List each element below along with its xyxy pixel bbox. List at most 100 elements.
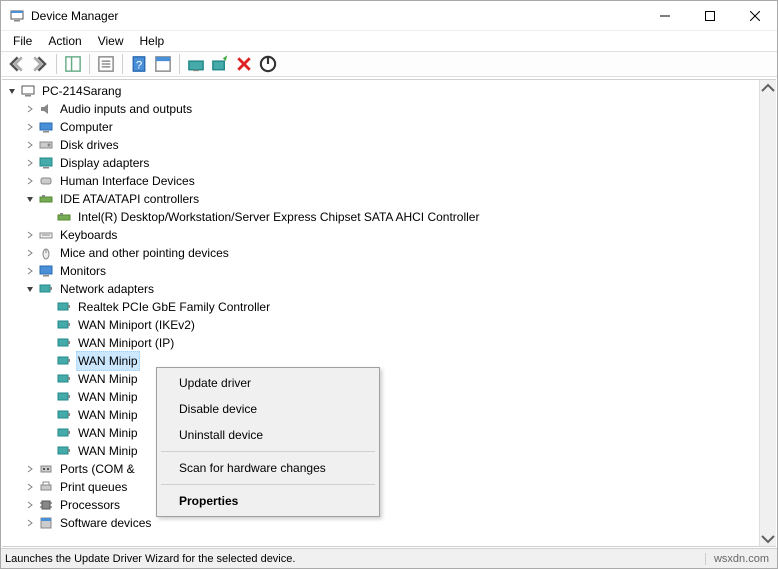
tree-device-label: WAN Miniport (IP)	[76, 334, 176, 352]
tree-device[interactable]: WAN Minip	[6, 388, 776, 406]
chevron-down-icon[interactable]	[6, 85, 18, 97]
device-category-icon	[38, 119, 54, 135]
scroll-down-icon[interactable]	[760, 529, 776, 546]
tree-device-label: WAN Minip	[76, 370, 140, 388]
tree-category[interactable]: Print queues	[6, 478, 776, 496]
tree-category[interactable]: Disk drives	[6, 136, 776, 154]
context-menu-item[interactable]: Update driver	[159, 370, 377, 396]
device-tree[interactable]: PC-214Sarang Audio inputs and outputs Co…	[2, 80, 776, 534]
show-hide-console-button[interactable]	[62, 53, 84, 75]
tree-category-label: Network adapters	[58, 280, 156, 298]
device-category-icon	[38, 173, 54, 189]
device-category-icon	[38, 245, 54, 261]
tree-device[interactable]: WAN Minip	[6, 352, 776, 370]
tree-device[interactable]: Intel(R) Desktop/Workstation/Server Expr…	[6, 208, 776, 226]
context-menu-item[interactable]: Uninstall device	[159, 422, 377, 448]
chevron-down-icon[interactable]	[24, 283, 36, 295]
tree-category-label: Monitors	[58, 262, 108, 280]
forward-button[interactable]	[29, 53, 51, 75]
device-icon	[56, 425, 72, 441]
chevron-right-icon[interactable]	[24, 103, 36, 115]
chevron-right-icon[interactable]	[24, 157, 36, 169]
tree-category[interactable]: Display adapters	[6, 154, 776, 172]
context-menu-separator	[161, 451, 375, 452]
tree-category-label: Disk drives	[58, 136, 121, 154]
tree-device[interactable]: WAN Minip	[6, 442, 776, 460]
chevron-right-icon[interactable]	[24, 175, 36, 187]
tree-root-label: PC-214Sarang	[40, 82, 123, 100]
chevron-right-icon[interactable]	[24, 517, 36, 529]
chevron-right-icon[interactable]	[24, 139, 36, 151]
tree-category[interactable]: Computer	[6, 118, 776, 136]
tree-category-label: Audio inputs and outputs	[58, 100, 194, 118]
tree-device[interactable]: WAN Minip	[6, 424, 776, 442]
chevron-placeholder	[42, 337, 54, 349]
vertical-scrollbar[interactable]	[759, 80, 776, 546]
chevron-right-icon[interactable]	[24, 499, 36, 511]
svg-text:?: ?	[136, 59, 142, 71]
tree-category[interactable]: Software devices	[6, 514, 776, 532]
tree-category[interactable]: Audio inputs and outputs	[6, 100, 776, 118]
tree-category[interactable]: Monitors	[6, 262, 776, 280]
maximize-button[interactable]	[687, 1, 732, 31]
chevron-right-icon[interactable]	[24, 247, 36, 259]
context-menu-item[interactable]: Disable device	[159, 396, 377, 422]
uninstall-button[interactable]	[233, 53, 255, 75]
chevron-placeholder	[42, 301, 54, 313]
statusbar: Launches the Update Driver Wizard for th…	[1, 548, 777, 568]
device-icon	[56, 353, 72, 369]
tree-root[interactable]: PC-214Sarang	[6, 82, 776, 100]
properties-button[interactable]	[95, 53, 117, 75]
scroll-up-icon[interactable]	[760, 80, 776, 97]
chevron-right-icon[interactable]	[24, 481, 36, 493]
chevron-placeholder	[42, 373, 54, 385]
back-button[interactable]	[5, 53, 27, 75]
tree-device[interactable]: Realtek PCIe GbE Family Controller	[6, 298, 776, 316]
tree-device[interactable]: WAN Minip	[6, 370, 776, 388]
toolbar-separator	[122, 54, 123, 74]
device-icon	[56, 299, 72, 315]
menu-help[interactable]: Help	[132, 32, 173, 50]
help-button[interactable]: ?	[128, 53, 150, 75]
device-category-icon	[38, 155, 54, 171]
tree-category[interactable]: Keyboards	[6, 226, 776, 244]
update-driver-button[interactable]	[185, 53, 207, 75]
device-category-icon	[38, 191, 54, 207]
action-button[interactable]	[152, 53, 174, 75]
tree-category-label: Processors	[58, 496, 122, 514]
enable-button[interactable]	[257, 53, 279, 75]
device-category-icon	[38, 515, 54, 531]
tree-device[interactable]: WAN Minip	[6, 406, 776, 424]
chevron-right-icon[interactable]	[24, 121, 36, 133]
chevron-right-icon[interactable]	[24, 229, 36, 241]
tree-device[interactable]: WAN Miniport (IKEv2)	[6, 316, 776, 334]
tree-category[interactable]: Human Interface Devices	[6, 172, 776, 190]
tree-category-label: Human Interface Devices	[58, 172, 197, 190]
tree-device-label: WAN Minip	[76, 351, 140, 371]
tree-device[interactable]: WAN Miniport (IP)	[6, 334, 776, 352]
tree-category[interactable]: Mice and other pointing devices	[6, 244, 776, 262]
tree-category[interactable]: Ports (COM &	[6, 460, 776, 478]
tree-category[interactable]: Processors	[6, 496, 776, 514]
chevron-down-icon[interactable]	[24, 193, 36, 205]
menu-file[interactable]: File	[5, 32, 40, 50]
tree-category[interactable]: Network adapters	[6, 280, 776, 298]
close-button[interactable]	[732, 1, 777, 31]
device-icon	[56, 443, 72, 459]
menu-view[interactable]: View	[90, 32, 132, 50]
tree-device-label: Intel(R) Desktop/Workstation/Server Expr…	[76, 208, 481, 226]
chevron-right-icon[interactable]	[24, 463, 36, 475]
scan-hardware-button[interactable]	[209, 53, 231, 75]
minimize-button[interactable]	[642, 1, 687, 31]
context-menu: Update driverDisable deviceUninstall dev…	[156, 367, 380, 517]
chevron-right-icon[interactable]	[24, 265, 36, 277]
device-icon	[56, 371, 72, 387]
tree-device-label: WAN Minip	[76, 406, 140, 424]
device-icon	[56, 389, 72, 405]
tree-category[interactable]: IDE ATA/ATAPI controllers	[6, 190, 776, 208]
context-menu-item[interactable]: Properties	[159, 488, 377, 514]
device-category-icon	[38, 479, 54, 495]
tree-category-label: Mice and other pointing devices	[58, 244, 231, 262]
menu-action[interactable]: Action	[40, 32, 89, 50]
context-menu-item[interactable]: Scan for hardware changes	[159, 455, 377, 481]
